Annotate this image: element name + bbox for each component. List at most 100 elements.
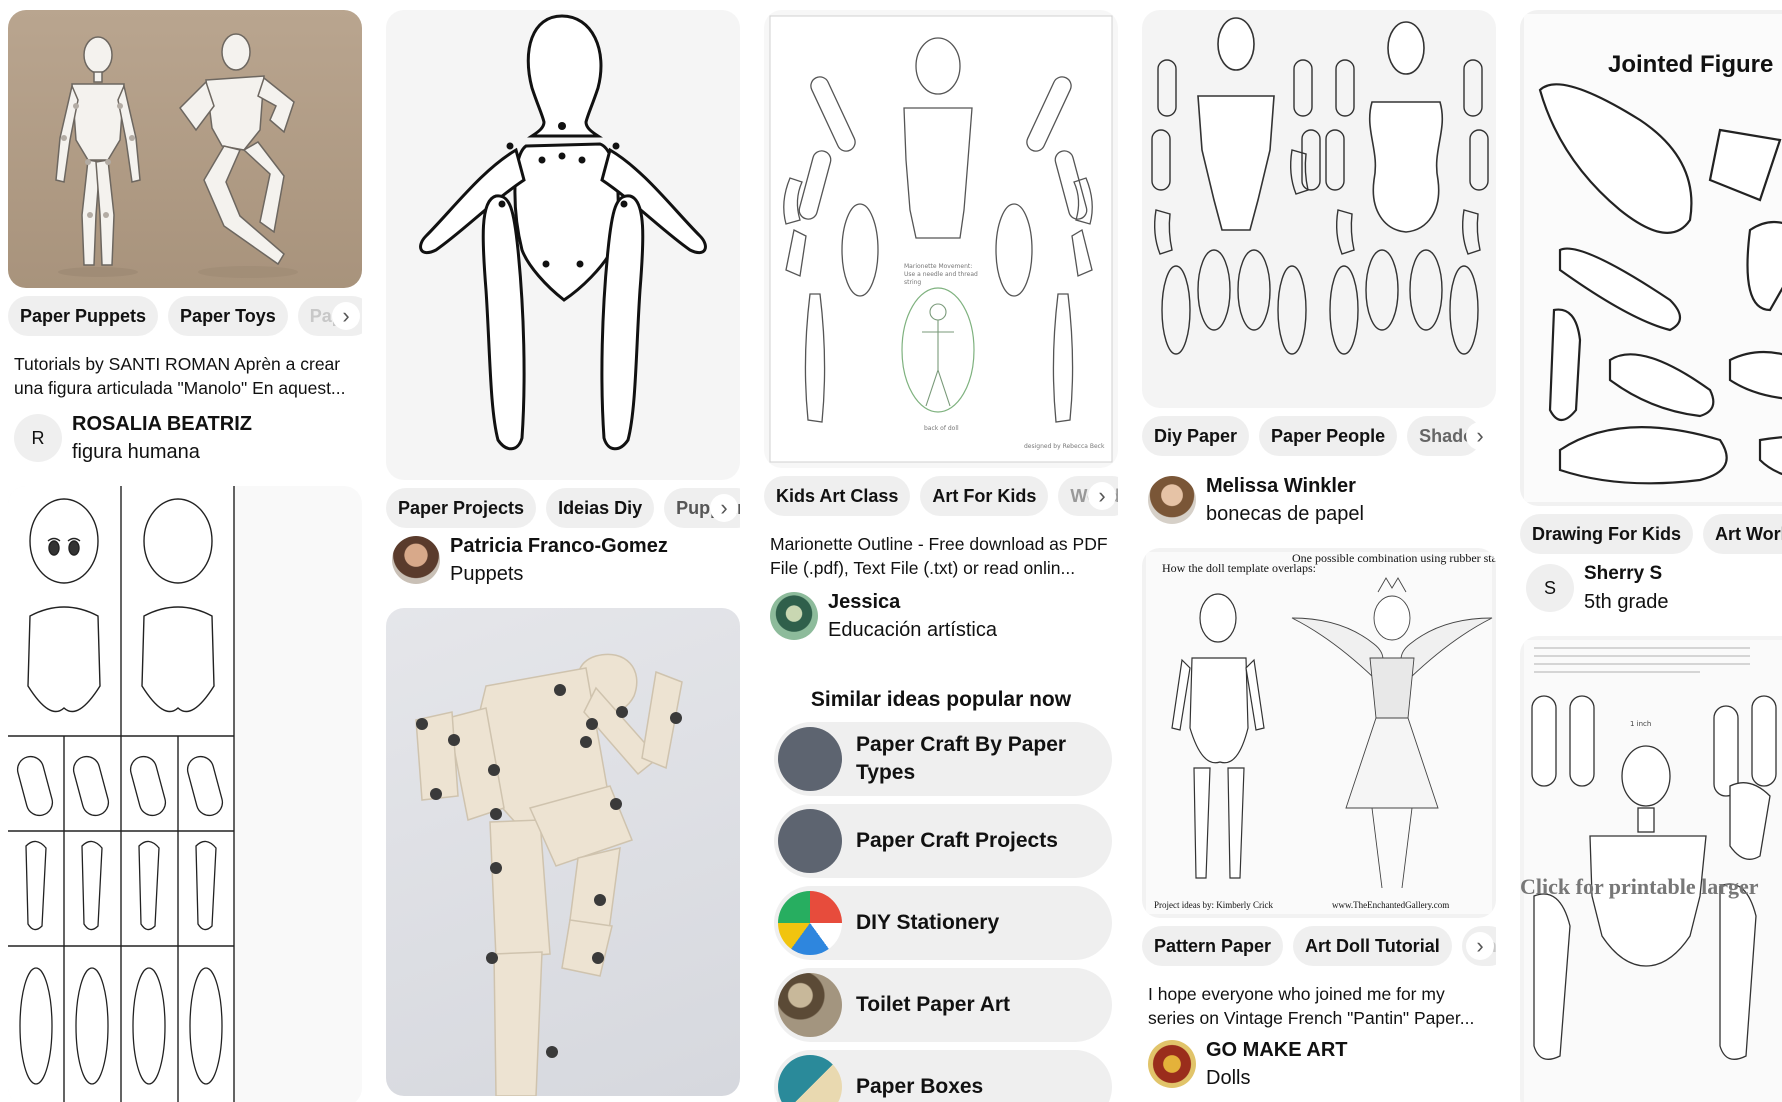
svg-text:Marionette Movement:: Marionette Movement: <box>904 263 972 270</box>
pin-image[interactable] <box>386 10 740 480</box>
idea-thumbnail <box>778 973 842 1037</box>
chip[interactable]: Paper Projects <box>386 488 537 528</box>
avatar[interactable]: S <box>1526 564 1574 612</box>
chip[interactable]: Art For Kids <box>920 476 1049 516</box>
chip-row: Pattern Paper Art Doll Tutorial Sh › <box>1142 926 1496 966</box>
avatar[interactable] <box>1148 476 1196 524</box>
similar-idea-label: DIY Stationery <box>856 911 1000 934</box>
scale-label: 1 inch <box>1630 720 1651 728</box>
column-3: Marionette Movement: Use a needle and th… <box>764 10 1118 1102</box>
pin-attribution[interactable]: GO MAKE ART Dolls <box>1142 1036 1496 1092</box>
column-1: Paper Puppets Paper Toys Paper A › Tutor… <box>8 10 362 1102</box>
board-name[interactable]: Dolls <box>1206 1064 1347 1092</box>
pin-image[interactable] <box>1142 10 1496 408</box>
svg-text:back of doll: back of doll <box>924 425 959 432</box>
board-name[interactable]: bonecas de papel <box>1206 500 1364 528</box>
chip[interactable]: Kids Art Class <box>764 476 911 516</box>
similar-idea[interactable]: Paper Craft By Paper Types <box>774 722 1112 796</box>
author-name[interactable]: Melissa Winkler <box>1206 472 1364 500</box>
idea-thumbnail <box>778 809 842 873</box>
pin-card: Diy Paper Paper People Shadow P › Meliss… <box>1142 10 1496 528</box>
author-name[interactable]: Jessica <box>828 588 997 616</box>
chevron-right-icon[interactable]: › <box>1466 422 1494 450</box>
svg-text:Use a needle and thread: Use a needle and thread <box>904 271 978 278</box>
avatar[interactable] <box>392 536 440 584</box>
similar-idea[interactable]: DIY Stationery <box>774 886 1112 960</box>
chip[interactable]: Ideias Diy <box>546 488 655 528</box>
pin-attribution[interactable]: R ROSALIA BEATRIZ figura humana <box>8 410 362 466</box>
similar-idea[interactable]: Paper Boxes <box>774 1050 1112 1102</box>
pin-card: Paper Puppets Paper Toys Paper A › Tutor… <box>8 10 362 466</box>
pin-grid: Paper Puppets Paper Toys Paper A › Tutor… <box>0 0 1782 1102</box>
idea-thumbnail <box>778 1055 842 1102</box>
idea-thumbnail <box>778 891 842 955</box>
pin-description[interactable]: I hope everyone who joined me for my ser… <box>1142 982 1496 1030</box>
similar-idea[interactable]: Paper Craft Projects <box>774 804 1112 878</box>
board-name[interactable]: 5th grade <box>1584 588 1669 616</box>
similar-idea[interactable]: Toilet Paper Art <box>774 968 1112 1042</box>
pin-card: Marionette Movement: Use a needle and th… <box>764 10 1118 644</box>
pin-image[interactable]: Jointed Figure <box>1520 10 1782 506</box>
similar-idea-label: Paper Craft Projects <box>856 829 1058 852</box>
pin-image[interactable]: How the doll template overlaps: One poss… <box>1142 548 1496 918</box>
avatar[interactable] <box>1148 1040 1196 1088</box>
pin-attribution[interactable]: S Sherry S 5th grade <box>1520 560 1782 616</box>
chevron-right-icon[interactable]: › <box>1466 932 1494 960</box>
similar-idea-label: Paper Boxes <box>856 1075 984 1098</box>
chip[interactable]: Pattern Paper <box>1142 926 1284 966</box>
chevron-right-icon[interactable]: › <box>1088 482 1116 510</box>
pin-image[interactable]: Marionette Movement: Use a needle and th… <box>764 10 1118 468</box>
doll-credit-left: Project ideas by: Kimberly Crick <box>1154 900 1273 910</box>
doll-combo-caption: One possible combination using rubber st… <box>1292 551 1496 565</box>
chip[interactable]: Drawing For Kids <box>1520 514 1694 554</box>
pin-attribution[interactable]: Jessica Educación artística <box>764 588 1118 644</box>
chip[interactable]: Art Doll Tutorial <box>1293 926 1452 966</box>
pin-image[interactable] <box>386 608 740 1096</box>
column-5: Jointed Figure Drawing For Kids Art Wor … <box>1520 10 1782 1102</box>
avatar[interactable]: R <box>14 414 62 462</box>
author-name[interactable]: ROSALIA BEATRIZ <box>72 410 252 438</box>
pin-description[interactable]: Marionette Outline - Free download as PD… <box>764 532 1118 580</box>
board-name[interactable]: Puppets <box>450 560 668 588</box>
board-name[interactable]: Educación artística <box>828 616 997 644</box>
column-4: Diy Paper Paper People Shadow P › Meliss… <box>1142 10 1496 1102</box>
chip-row: Kids Art Class Art For Kids Woode › <box>764 476 1118 516</box>
jointed-figure-title: Jointed Figure <box>1608 51 1773 78</box>
pin-card <box>8 486 362 1102</box>
printable-caption: Click for printable larger <box>1520 874 1759 899</box>
pin-description[interactable]: Tutorials by SANTI ROMAN Aprèn a crear u… <box>8 352 362 400</box>
svg-text:designed by Rebecca Beck: designed by Rebecca Beck <box>1024 443 1105 450</box>
chevron-right-icon[interactable]: › <box>332 302 360 330</box>
svg-text:string: string <box>904 279 921 286</box>
doll-credit-right: www.TheEnchantedGallery.com <box>1332 900 1449 910</box>
idea-thumbnail <box>778 727 842 791</box>
similar-ideas: Similar ideas popular now Paper Craft By… <box>764 688 1118 1102</box>
author-name[interactable]: Patricia Franco-Gomez <box>450 532 668 560</box>
author-name[interactable]: Sherry S <box>1584 560 1669 588</box>
pin-card: 1 inch Click for printable larger <box>1520 636 1782 1102</box>
pin-card: Jointed Figure Drawing For Kids Art Wor … <box>1520 10 1782 616</box>
chip[interactable]: Paper Toys <box>168 296 288 336</box>
pin-image[interactable]: 1 inch Click for printable larger <box>1520 636 1782 1102</box>
chip-row: Paper Projects Ideias Diy Puppetr › <box>386 488 740 528</box>
chip-row: Diy Paper Paper People Shadow P › <box>1142 416 1496 456</box>
similar-idea-label: Paper Craft By Paper Types <box>856 733 1067 784</box>
chip[interactable]: Diy Paper <box>1142 416 1250 456</box>
avatar[interactable] <box>770 592 818 640</box>
pin-attribution[interactable]: Patricia Franco-Gomez Puppets <box>386 532 740 588</box>
pin-image[interactable] <box>8 10 362 288</box>
pin-card: Paper Projects Ideias Diy Puppetr › Patr… <box>386 10 740 588</box>
chip[interactable]: Paper People <box>1259 416 1398 456</box>
chip[interactable]: Paper Puppets <box>8 296 159 336</box>
chevron-right-icon[interactable]: › <box>710 494 738 522</box>
chip[interactable]: Art Works <box>1703 514 1782 554</box>
board-name[interactable]: figura humana <box>72 438 252 466</box>
author-name[interactable]: GO MAKE ART <box>1206 1036 1347 1064</box>
similar-ideas-title: Similar ideas popular now <box>810 688 1072 711</box>
similar-idea-label: Toilet Paper Art <box>856 993 1011 1016</box>
chip-row: Paper Puppets Paper Toys Paper A › <box>8 296 362 336</box>
chip-row: Drawing For Kids Art Works <box>1520 514 1782 554</box>
pin-image[interactable] <box>8 486 362 1102</box>
pin-attribution[interactable]: Melissa Winkler bonecas de papel <box>1142 472 1496 528</box>
column-2: Paper Projects Ideias Diy Puppetr › Patr… <box>386 10 740 1102</box>
